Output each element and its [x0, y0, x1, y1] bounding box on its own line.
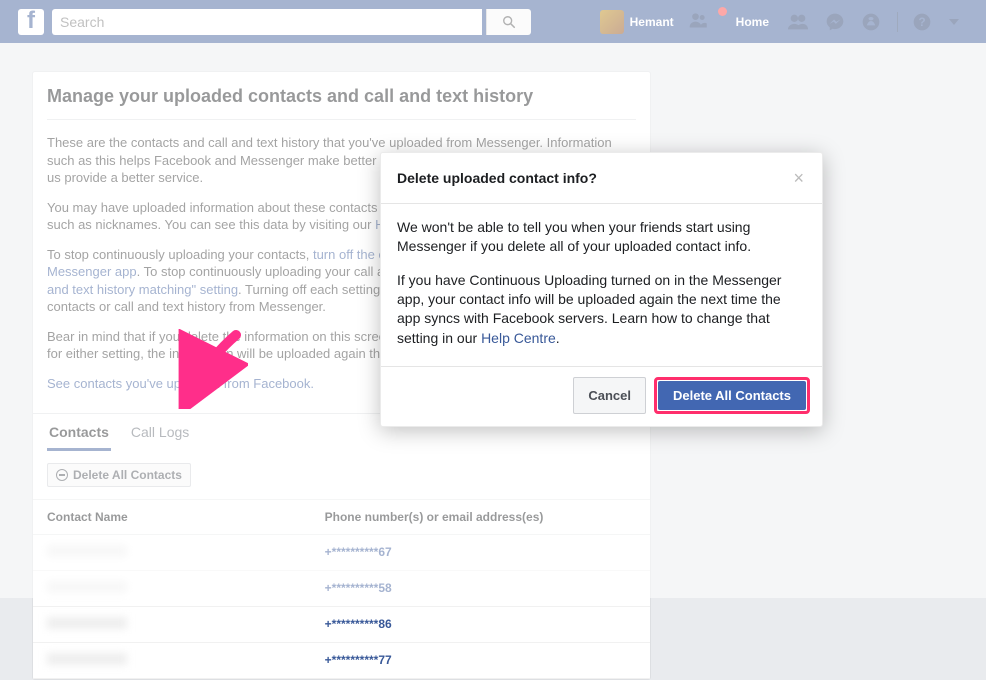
modal-title: Delete uploaded contact info? [397, 170, 791, 186]
contact-name-cell [33, 606, 311, 642]
contact-phone-cell: +**********77 [311, 642, 650, 678]
close-icon: × [793, 168, 804, 188]
contact-phone-cell: +**********86 [311, 606, 650, 642]
table-row: +**********86 [33, 606, 650, 642]
modal-para-1: We won't be able to tell you when your f… [397, 218, 806, 257]
modal-close-button[interactable]: × [791, 167, 806, 189]
cancel-button[interactable]: Cancel [573, 377, 646, 414]
confirm-highlight: Delete All Contacts [654, 377, 810, 414]
modal-help-centre-link[interactable]: Help Centre [481, 330, 556, 346]
modal-para-2: If you have Continuous Uploading turned … [397, 271, 806, 348]
delete-all-contacts-confirm-button[interactable]: Delete All Contacts [658, 381, 806, 410]
table-row: +**********77 [33, 642, 650, 678]
contact-name-cell [33, 642, 311, 678]
delete-contacts-modal: Delete uploaded contact info? × We won't… [380, 152, 823, 427]
